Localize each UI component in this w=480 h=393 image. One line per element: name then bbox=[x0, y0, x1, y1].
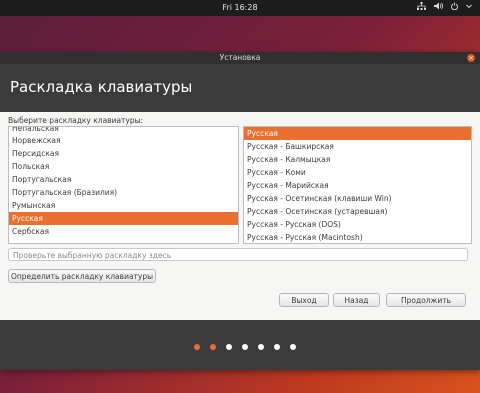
continue-button[interactable]: Продолжить bbox=[386, 293, 466, 307]
list-item[interactable]: Русская - Русская (DOS) bbox=[244, 218, 471, 231]
progress-dots bbox=[0, 344, 480, 350]
progress-dot bbox=[226, 344, 232, 350]
progress-dot bbox=[242, 344, 248, 350]
page-title: Раскладка клавиатуры bbox=[10, 78, 193, 96]
quit-button[interactable]: Выход bbox=[279, 293, 329, 307]
list-item[interactable]: Румынская bbox=[9, 199, 238, 212]
progress-dot-done bbox=[210, 344, 216, 350]
variant-list[interactable]: Русская Русская - Башкирская Русская - К… bbox=[243, 126, 472, 244]
progress-footer bbox=[0, 320, 480, 370]
list-item[interactable]: Русская - Осетинская (устаревшая) bbox=[244, 205, 471, 218]
list-item[interactable]: Русская - Башкирская bbox=[244, 140, 471, 153]
progress-dot bbox=[258, 344, 264, 350]
list-item[interactable]: Непальская bbox=[9, 127, 238, 134]
layout-prompt-label: Выберите раскладку клавиатуры: bbox=[8, 116, 144, 125]
network-icon[interactable] bbox=[417, 2, 426, 10]
chevron-down-icon[interactable] bbox=[466, 3, 472, 9]
detect-layout-button[interactable]: Определить раскладку клавиатуры bbox=[8, 269, 156, 283]
list-item[interactable]: Португальская (Бразилия) bbox=[9, 186, 238, 199]
close-icon[interactable]: × bbox=[467, 54, 475, 62]
list-item-selected[interactable]: Русская bbox=[244, 127, 471, 140]
power-icon[interactable] bbox=[451, 2, 458, 10]
list-item[interactable]: Персидская bbox=[9, 147, 238, 160]
list-item[interactable]: Португальская bbox=[9, 173, 238, 186]
list-item[interactable]: Русская - Калмыцкая bbox=[244, 153, 471, 166]
list-item[interactable]: Русская - Русская (Macintosh) bbox=[244, 231, 471, 243]
top-panel: Fri 16:28 bbox=[0, 0, 480, 16]
list-item[interactable]: Русская - Осетинская (клавиши Win) bbox=[244, 192, 471, 205]
window-title: Установка bbox=[219, 53, 261, 62]
list-item[interactable]: Русская - Марийская bbox=[244, 179, 471, 192]
layout-list[interactable]: Непальская Норвежская Персидская Польска… bbox=[8, 126, 239, 244]
clock[interactable]: Fri 16:28 bbox=[0, 3, 480, 12]
window-titlebar[interactable]: Установка × bbox=[0, 52, 480, 64]
list-item-selected[interactable]: Русская bbox=[9, 212, 238, 225]
list-item[interactable]: Польская bbox=[9, 160, 238, 173]
list-item[interactable]: Русская - Коми bbox=[244, 166, 471, 179]
system-tray[interactable] bbox=[417, 2, 472, 10]
list-item[interactable]: Норвежская bbox=[9, 134, 238, 147]
volume-icon[interactable] bbox=[434, 2, 443, 10]
progress-dot-done bbox=[194, 344, 200, 350]
page-header: Раскладка клавиатуры bbox=[0, 64, 480, 112]
progress-dot bbox=[274, 344, 280, 350]
layout-test-input[interactable]: Проверьте выбранную раскладку здесь bbox=[8, 248, 468, 261]
progress-dot bbox=[290, 344, 296, 350]
content-area: Выберите раскладку клавиатуры: Непальска… bbox=[0, 112, 480, 320]
installer-window: Установка × Раскладка клавиатуры Выберит… bbox=[0, 52, 480, 370]
list-item[interactable]: Сербская bbox=[9, 225, 238, 238]
back-button[interactable]: Назад bbox=[333, 293, 380, 307]
